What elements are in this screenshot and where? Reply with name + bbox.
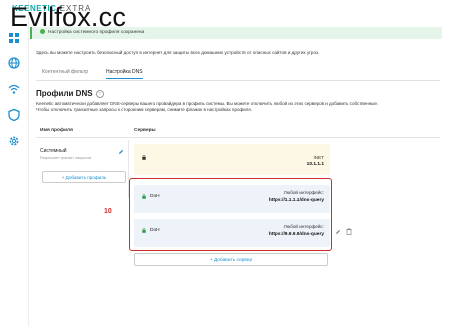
table-header-divider [36, 137, 440, 138]
lock-icon [142, 155, 146, 160]
profile-subtitle: Разрешает транзит запросов [40, 156, 92, 160]
wifi-icon[interactable] [7, 82, 21, 96]
globe-icon[interactable] [7, 56, 21, 70]
edit-server-icon[interactable] [335, 229, 341, 235]
profile-name: Системный [40, 148, 67, 154]
server-row-inet[interactable]: INET 10.1.1.1 [134, 144, 330, 175]
column-servers: Серверы [134, 128, 156, 133]
watermark-text: Evilfox.cc [10, 2, 127, 32]
callout-number: 10 [104, 208, 112, 215]
dashboard-icon[interactable] [7, 31, 21, 45]
shield-icon[interactable] [7, 108, 21, 122]
tab-dns-settings[interactable]: Настройка DNS [106, 66, 143, 79]
help-icon[interactable]: ? [95, 89, 104, 98]
server-interface: INET [313, 155, 324, 160]
section-description: Keenetic автоматически добавляет DNS-сер… [36, 101, 379, 113]
column-profile-name: Имя профиля [40, 128, 73, 133]
section-title: Профили DNS? [36, 89, 104, 98]
profile-row[interactable]: Системный Разрешает транзит запросов [36, 140, 129, 198]
tabs-divider [36, 80, 440, 81]
gear-icon[interactable] [7, 134, 21, 148]
tab-content-filter[interactable]: Контентный фильтр [42, 66, 88, 78]
edit-profile-icon[interactable] [118, 149, 124, 155]
highlight-frame [129, 178, 332, 251]
sidebar [0, 0, 29, 326]
add-server-button[interactable]: + Добавить сервер [134, 253, 328, 266]
add-profile-button[interactable]: + Добавить профиль [42, 171, 126, 183]
intro-text: Здесь вы можете настроить безопасный дос… [36, 50, 320, 55]
delete-server-icon[interactable] [346, 228, 352, 235]
server-address: 10.1.1.1 [306, 162, 324, 167]
